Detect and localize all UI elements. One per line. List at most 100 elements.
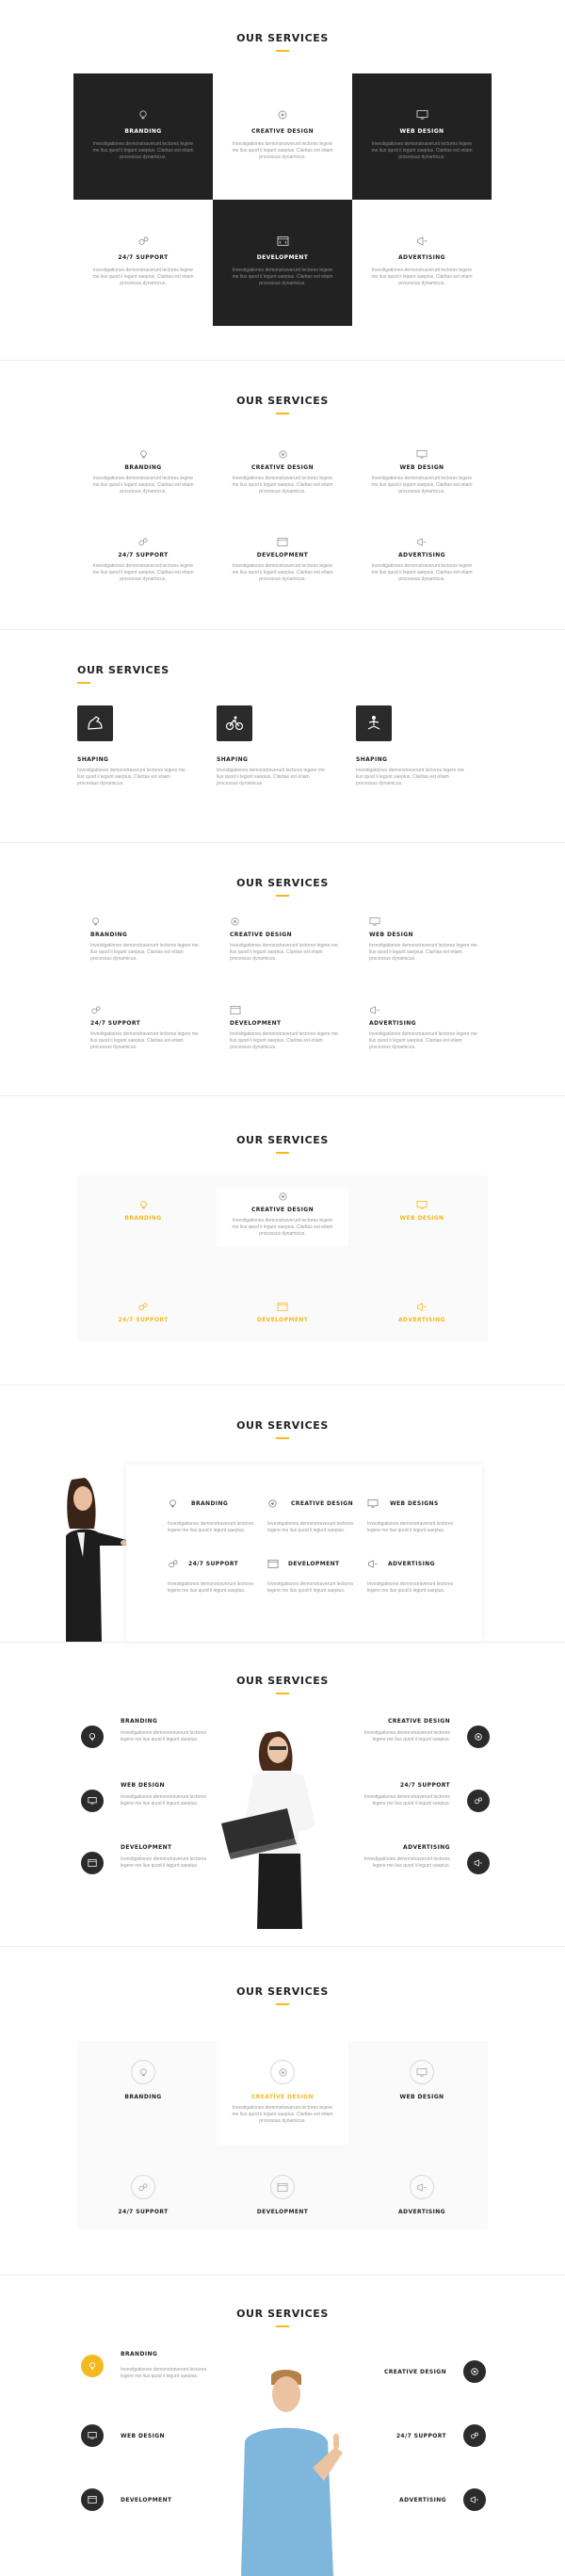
service-description: Investigationes demonstraverunt lectores… — [92, 476, 194, 494]
service-name: WEB DESIGN — [121, 2432, 165, 2439]
service-item-web-design[interactable]: WEB DESIGN — [356, 2060, 488, 2100]
service-item-web-design[interactable]: WEB DESIGN Investigationes demonstraveru… — [369, 916, 501, 963]
service-card-support[interactable]: 24/7 SUPPORT Investigationes demonstrave… — [73, 200, 213, 326]
service-item-support[interactable]: 24/7 SUPPORT — [377, 2424, 486, 2447]
service-item-advertising[interactable]: ADVERTISING — [377, 2488, 486, 2511]
service-item-advertising[interactable]: ADVERTISING Investigationes demonstraver… — [367, 1559, 471, 1595]
service-item-creative-design[interactable]: CREATIVE DESIGN Investigationes demonstr… — [217, 2041, 348, 2145]
service-item-advertising[interactable]: ADVERTISING — [356, 2175, 488, 2215]
service-item-branding[interactable]: BRANDING Investigationes demonstraverunt… — [81, 1718, 215, 1748]
service-item-creative-design[interactable]: CREATIVE DESIGN Investigationes demonstr… — [217, 1188, 348, 1247]
service-item-development[interactable]: DEVELOPMENT Investigationes demonstraver… — [217, 537, 348, 583]
woman-photo — [66, 1478, 128, 1642]
lightbulb-icon — [168, 1499, 178, 1509]
service-description: Investigationes demonstraverunt lectores… — [267, 1581, 354, 1594]
service-description: Investigationes demonstraverunt lectores… — [367, 1521, 454, 1533]
shaping-item-3[interactable]: SHAPING Investigationes demonstraverunt … — [356, 705, 488, 787]
service-item-web-design[interactable]: WEB DESIGN Investigationes demonstraveru… — [81, 1782, 215, 1812]
palette-icon — [278, 449, 288, 460]
service-item-development[interactable]: DEVELOPMENT Investigationes demonstraver… — [267, 1559, 362, 1595]
service-item-advertising[interactable]: ADVERTISING Investigationes demonstraver… — [356, 537, 488, 583]
service-description: Investigationes demonstraverunt lectores… — [90, 1031, 199, 1050]
monitor-icon — [81, 2424, 104, 2447]
palette-icon — [467, 1725, 490, 1748]
gears-icon — [168, 1559, 179, 1569]
service-item-web-design[interactable]: WEB DESIGN Investigationes demonstraveru… — [356, 449, 488, 495]
service-item-web-design[interactable]: WEB DESIGN — [356, 1200, 488, 1222]
monitor-icon — [410, 2060, 434, 2084]
service-item-development[interactable]: DEVELOPMENT — [217, 1302, 348, 1323]
service-description: Investigationes demonstraverunt lectores… — [90, 943, 199, 962]
service-item-support[interactable]: 24/7 SUPPORT Investigationes demonstrave… — [90, 1005, 222, 1051]
service-item-development[interactable]: DEVELOPMENT — [217, 2175, 348, 2215]
monitor-icon — [369, 916, 501, 927]
service-name: BRANDING — [90, 932, 128, 938]
services-section-9: OUR SERVICES BRANDING Investigationes de… — [0, 2276, 565, 2576]
service-item-creative-design[interactable]: CREATIVE DESIGN Investigationes demonstr… — [217, 449, 348, 495]
service-item-development[interactable]: DEVELOPMENT — [81, 2488, 172, 2511]
service-name: DEVELOPMENT — [256, 254, 309, 261]
services-section-5: OUR SERVICES BRANDING CREATIVE DESIGN In… — [0, 1096, 565, 1385]
service-item-development[interactable]: DEVELOPMENT Investigationes demonstraver… — [81, 1844, 215, 1874]
title-underline — [276, 2325, 289, 2327]
service-name: BRANDING — [121, 1718, 158, 1725]
service-item-creative-design[interactable]: CREATIVE DESIGN Investigationes demonstr… — [230, 916, 362, 963]
service-description: Investigationes demonstraverunt lectores… — [92, 267, 194, 286]
arm-flex-icon — [77, 705, 113, 741]
service-item-support[interactable]: 24/7 SUPPORT — [77, 2175, 209, 2215]
service-name: ADVERTISING — [398, 1317, 445, 1323]
shaping-item-1[interactable]: SHAPING Investigationes demonstraverunt … — [77, 705, 209, 787]
service-item-branding[interactable]: BRANDING — [77, 2060, 209, 2100]
service-card-web-design[interactable]: WEB DESIGN Investigationes demonstraveru… — [352, 73, 492, 200]
service-name: BRANDING — [124, 1215, 162, 1222]
lightbulb-icon — [81, 1725, 104, 1748]
service-item-advertising[interactable]: ADVERTISING Investigationes demonstraver… — [369, 1005, 501, 1051]
service-name: 24/7 SUPPORT — [396, 2432, 446, 2439]
shaping-item-2[interactable]: SHAPING Investigationes demonstraverunt … — [217, 705, 348, 787]
service-item-branding[interactable]: BRANDING Investigationes demonstraverunt… — [81, 2351, 215, 2380]
service-item-creative-design[interactable]: CREATIVE DESIGN Investigationes demonstr… — [267, 1499, 362, 1534]
service-item-web-designs[interactable]: WEB DESIGNS Investigationes demonstraver… — [367, 1499, 471, 1534]
lightbulb-icon — [131, 2060, 155, 2084]
service-name: WEB DESIGNS — [390, 1500, 439, 1507]
service-card-creative-design[interactable]: CREATIVE DESIGN Investigationes demonstr… — [213, 73, 352, 200]
service-card-branding[interactable]: BRANDING Investigationes demonstraverunt… — [73, 73, 213, 200]
service-item-creative-design[interactable]: CREATIVE DESIGN Investigationes demonstr… — [356, 1718, 490, 1748]
service-name: 24/7 SUPPORT — [118, 552, 169, 559]
service-item-web-design[interactable]: WEB DESIGN — [81, 2424, 165, 2447]
service-description: Investigationes demonstraverunt lectores… — [121, 1794, 207, 1806]
service-item-development[interactable]: DEVELOPMENT Investigationes demonstraver… — [230, 1005, 362, 1051]
service-name: WEB DESIGN — [399, 2094, 444, 2100]
service-item-branding[interactable]: BRANDING Investigationes demonstraverunt… — [168, 1499, 262, 1534]
service-item-creative-design[interactable]: CREATIVE DESIGN — [377, 2360, 486, 2383]
service-description: Investigationes demonstraverunt lectores… — [369, 1031, 477, 1050]
section-title: OUR SERVICES — [236, 1675, 329, 1687]
service-item-advertising[interactable]: ADVERTISING — [356, 1302, 488, 1323]
service-item-branding[interactable]: BRANDING Investigationes demonstraverunt… — [90, 916, 222, 963]
megaphone-icon — [416, 235, 428, 247]
gears-icon — [90, 1005, 222, 1015]
service-item-support[interactable]: 24/7 SUPPORT Investigationes demonstrave… — [356, 1782, 490, 1812]
service-name: CREATIVE DESIGN — [250, 128, 315, 135]
service-name: 24/7 SUPPORT — [399, 1782, 450, 1789]
service-item-branding[interactable]: BRANDING — [77, 1200, 209, 1222]
lightbulb-icon — [138, 1200, 149, 1210]
service-name: BRANDING — [191, 1500, 229, 1507]
service-card-advertising[interactable]: ADVERTISING Investigationes demonstraver… — [352, 200, 492, 326]
monitor-icon — [367, 1499, 379, 1509]
service-item-support[interactable]: 24/7 SUPPORT — [77, 1302, 209, 1323]
service-item-support[interactable]: 24/7 SUPPORT Investigationes demonstrave… — [77, 537, 209, 583]
gears-icon — [137, 235, 150, 247]
service-item-advertising[interactable]: ADVERTISING Investigationes demonstraver… — [356, 1844, 490, 1874]
service-card-development[interactable]: DEVELOPMENT Investigationes demonstraver… — [213, 200, 352, 326]
service-description: Investigationes demonstraverunt lectores… — [232, 1218, 333, 1237]
service-name: BRANDING — [121, 2351, 158, 2357]
service-item-support[interactable]: 24/7 SUPPORT Investigationes demonstrave… — [168, 1559, 262, 1595]
section-title: OUR SERVICES — [77, 664, 170, 676]
service-description: Investigationes demonstraverunt lectores… — [367, 1581, 454, 1594]
palette-icon — [278, 1191, 288, 1202]
service-name: WEB DESIGN — [399, 128, 444, 135]
code-window-icon — [230, 1005, 362, 1015]
service-name: CREATIVE DESIGN — [230, 932, 293, 938]
service-item-branding[interactable]: BRANDING Investigationes demonstraverunt… — [77, 449, 209, 495]
